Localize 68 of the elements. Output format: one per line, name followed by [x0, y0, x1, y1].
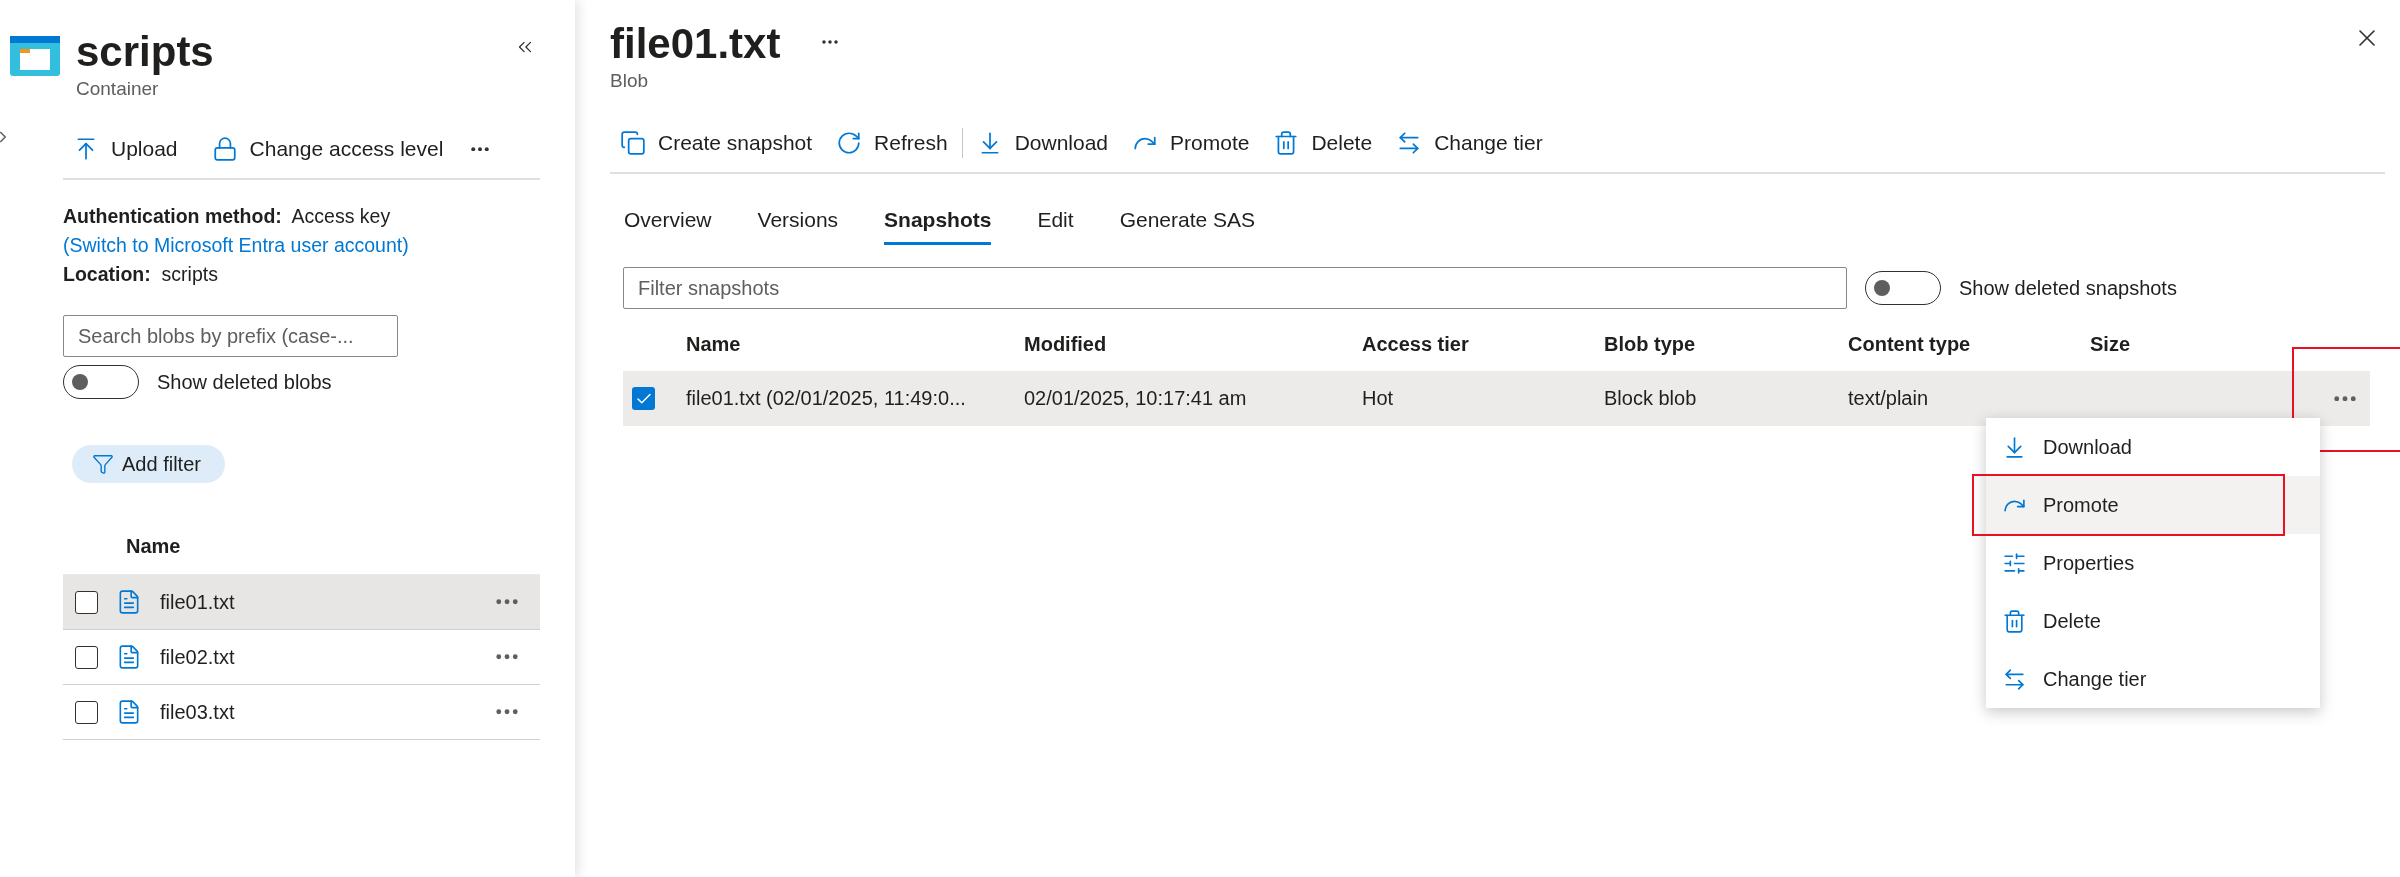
copy-icon: [620, 130, 646, 156]
row-checkbox[interactable]: [632, 387, 655, 410]
more-icon: [2334, 395, 2356, 402]
filter-icon: [92, 453, 114, 475]
toolbar-button[interactable]: Refresh: [826, 124, 958, 162]
table-cell: text/plain: [1848, 387, 1929, 410]
tab[interactable]: Snapshots: [884, 204, 992, 245]
menu-item[interactable]: Change tier: [1986, 650, 2320, 708]
more-icon: [496, 654, 518, 660]
table-cell: 02/01/2025, 10:17:41 am: [1024, 387, 1247, 410]
menu-item[interactable]: Properties: [1986, 534, 2320, 592]
toolbar-button[interactable]: Delete: [1263, 124, 1383, 162]
blob-subtitle: Blob: [610, 70, 650, 92]
table-cell: file01.txt (02/01/2025, 11:49:0...: [686, 387, 966, 410]
table-row[interactable]: file01.txt (02/01/2025, 11:49:0... 02/01/2025, 10:17:41 am Hot Block blob text/plain: [623, 371, 2370, 426]
file-name: file03.txt: [160, 700, 236, 724]
menu-item[interactable]: Delete: [1986, 592, 2320, 650]
container-subtitle: Container: [76, 78, 160, 100]
trash-icon: [2002, 608, 2027, 634]
blob-row[interactable]: file01.txt: [63, 575, 540, 630]
tab[interactable]: Edit: [1037, 204, 1074, 245]
column-header: Name: [686, 332, 741, 356]
toolbar-button[interactable]: Change tier: [1386, 124, 1553, 162]
search-field[interactable]: Search blobs by prefix (case-...: [63, 315, 398, 357]
tab[interactable]: Generate SAS: [1119, 204, 1256, 245]
blob-title: file01.txt: [610, 19, 781, 69]
filter-field[interactable]: Filter snapshots: [623, 267, 1847, 309]
column-header: Name: [126, 535, 181, 557]
more-icon: [822, 40, 839, 44]
lock-icon: [211, 136, 238, 162]
column-header: Content type: [1848, 332, 1971, 356]
toolbar-button[interactable]: Upload: [63, 130, 188, 168]
refresh-icon: [836, 130, 863, 156]
more-icon: [496, 599, 518, 605]
menu-item[interactable]: Download: [1986, 418, 2320, 476]
table-cell: Hot: [1362, 387, 1394, 410]
toolbar-button[interactable]: Change access level: [201, 130, 454, 168]
toggle-switch[interactable]: [1865, 271, 1941, 305]
add-filter-button[interactable]: Add filter: [72, 445, 225, 483]
row-checkbox[interactable]: [75, 645, 98, 669]
row-checkbox[interactable]: [75, 700, 98, 724]
more-icon: [471, 146, 490, 152]
tab[interactable]: Overview: [624, 204, 712, 245]
container-icon: [10, 36, 60, 76]
file-name: file01.txt: [160, 590, 236, 614]
menu-item[interactable]: Promote: [1986, 476, 2320, 534]
tab[interactable]: Versions: [757, 204, 839, 245]
location-text: Location: scripts: [63, 262, 219, 287]
swap-arrows-icon: [2002, 666, 2027, 692]
column-header: Size: [2090, 332, 2131, 356]
table-cell: Block blob: [1604, 387, 1697, 410]
more-icon: [496, 709, 518, 715]
toggle-label: Show deleted snapshots: [1959, 276, 2177, 300]
column-header: Modified: [1024, 332, 1107, 356]
file-name: file02.txt: [160, 645, 236, 669]
toolbar-button[interactable]: Download: [966, 124, 1119, 162]
toggle-label: Show deleted blobs: [157, 370, 332, 394]
toggle-switch[interactable]: [63, 365, 139, 399]
column-header: Access tier: [1362, 332, 1469, 356]
container-title: scripts: [76, 27, 215, 77]
trash-icon: [1273, 130, 1300, 156]
toolbar-button[interactable]: Create snapshot: [610, 124, 823, 162]
row-checkbox[interactable]: [75, 590, 98, 614]
switch-link[interactable]: (Switch to Microsoft Entra user account): [63, 234, 409, 256]
auth-text: Authentication method: Access key (Switch to Microsoft Entra user account): [63, 204, 410, 258]
column-header: Blob type: [1604, 332, 1696, 356]
sliders-icon: [2002, 550, 2027, 576]
toolbar-button[interactable]: Promote: [1122, 124, 1260, 162]
